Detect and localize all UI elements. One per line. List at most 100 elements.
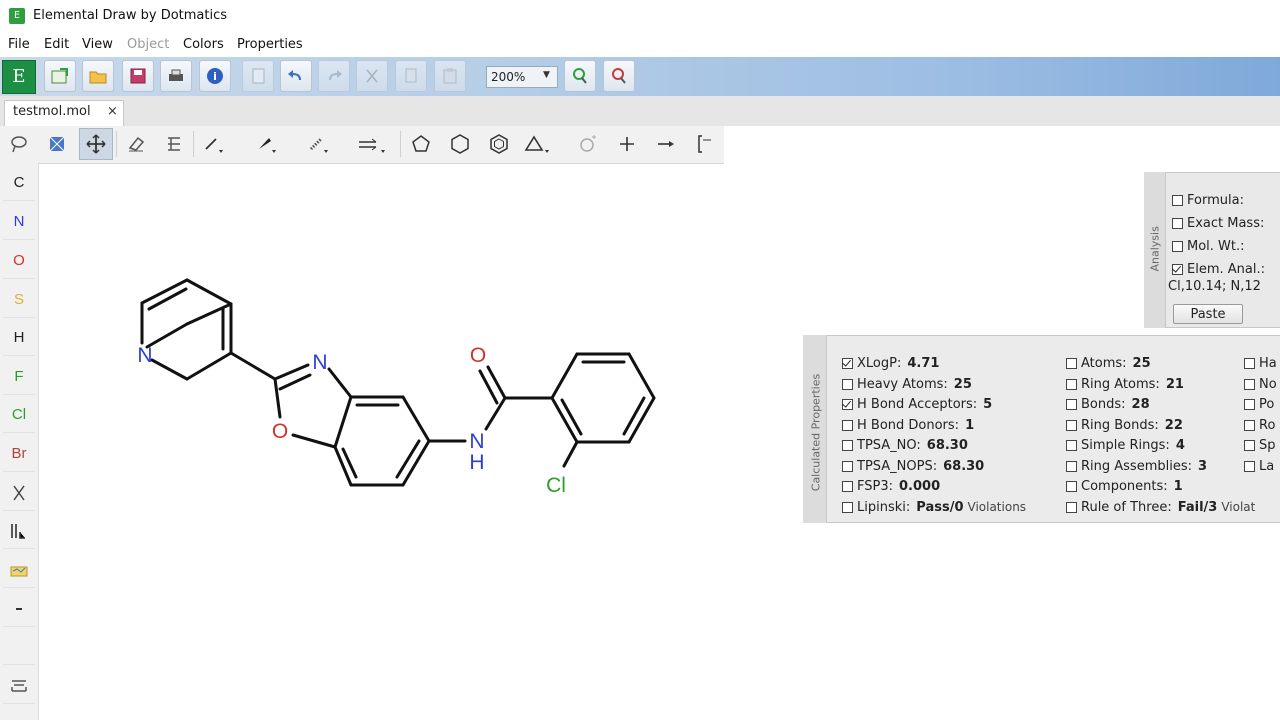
zoom-in-button[interactable] [564,60,596,92]
menu-file[interactable]: File [8,37,30,52]
new-document-button[interactable] [242,60,274,92]
checkbox[interactable] [1244,460,1255,472]
print-button[interactable] [160,60,192,92]
atom-label[interactable]: O [272,420,288,443]
checkbox[interactable] [842,501,853,513]
bond[interactable] [333,395,353,449]
atom-label[interactable]: O [470,344,486,367]
bracket-tool[interactable] [688,128,722,160]
bond[interactable] [395,439,421,479]
checkbox[interactable] [842,399,853,410]
bond[interactable] [333,445,353,487]
bond[interactable] [550,352,579,400]
checkbox[interactable] [1066,399,1077,410]
checkbox[interactable] [1244,378,1255,390]
checkbox[interactable] [842,358,853,369]
checkbox[interactable] [842,440,853,451]
property-row[interactable]: La [1244,459,1274,474]
analysis-elem-anal-row[interactable]: Elem. Anal.: [1172,262,1265,277]
arrow-tool[interactable] [356,128,390,160]
abbreviation-button[interactable] [3,514,35,549]
cut-button[interactable] [356,60,388,92]
move-tool[interactable] [79,128,113,160]
property-row[interactable]: H Bond Acceptors: 5 [842,397,992,412]
checkbox[interactable] [1066,378,1077,390]
select-tool[interactable] [40,128,74,160]
molecule-structure[interactable]: N N O O N H Cl [40,163,740,563]
save-button[interactable] [122,60,154,92]
menu-view[interactable]: View [82,37,113,52]
bond[interactable] [150,358,189,381]
bond[interactable] [622,396,646,436]
dash-button[interactable] [3,592,35,627]
checkbox[interactable] [1244,399,1255,410]
charge-tool[interactable] [571,128,605,160]
checkbox[interactable] [842,378,853,390]
element-h-button[interactable]: H [3,321,35,356]
property-row[interactable]: Ro [1244,418,1275,433]
element-c-button[interactable]: C [3,166,35,201]
element-f-button[interactable]: F [3,360,35,395]
blank-tool-button[interactable] [3,630,35,665]
checkbox[interactable] [1066,460,1077,472]
info-button[interactable]: i [199,60,231,92]
checkbox[interactable] [1066,440,1077,451]
undo-button[interactable] [280,60,312,92]
property-row[interactable]: No [1244,377,1277,392]
analysis-formula-row[interactable]: Formula: [1172,193,1244,208]
element-s-button[interactable]: S [3,283,35,318]
bond[interactable] [560,398,583,436]
checkbox[interactable] [1172,241,1183,252]
element-n-button[interactable]: N [3,205,35,240]
bond[interactable] [147,287,188,311]
periodic-table-button[interactable] [3,476,35,511]
bond[interactable] [273,377,282,419]
wedge-bond-tool[interactable] [250,128,284,160]
eraser-tool[interactable] [119,128,153,160]
single-bond-tool[interactable] [197,128,231,160]
property-row[interactable]: FSP3: 0.000 [842,479,940,494]
analysis-mol-wt-row[interactable]: Mol. Wt.: [1172,239,1245,254]
paste-button[interactable]: Paste [1173,304,1243,324]
template-button[interactable] [3,553,35,588]
bond[interactable] [278,373,312,391]
element-cl-button[interactable]: Cl [3,398,35,433]
checkbox[interactable] [842,481,853,492]
checkbox[interactable] [1172,195,1183,206]
checkbox[interactable] [842,419,853,431]
property-row[interactable]: TPSA_NO: 68.30 [842,438,968,453]
property-row[interactable]: Rule of Three: Fail/3 Violat [1066,500,1255,515]
menu-object[interactable]: Object [127,37,169,52]
menu-properties[interactable]: Properties [237,37,303,52]
copy-button[interactable] [395,60,427,92]
element-br-button[interactable]: Br [3,437,35,472]
property-row[interactable]: Bonds: 28 [1066,397,1150,412]
property-row[interactable]: Ring Assemblies: 3 [1066,459,1207,474]
checkbox[interactable] [1244,440,1255,451]
paste-toolbar-button[interactable] [434,60,466,92]
checkbox[interactable] [1172,264,1183,275]
menu-edit[interactable]: Edit [44,37,69,52]
shapes-tool[interactable] [521,128,555,160]
property-row[interactable]: Ha [1244,356,1277,371]
bond[interactable] [627,352,656,400]
bond[interactable] [401,395,431,443]
atom-label[interactable]: Cl [546,474,566,497]
checkbox[interactable] [1066,501,1077,513]
property-row[interactable]: Heavy Atoms: 25 [842,377,972,392]
property-row[interactable]: Lipinski: Pass/0 Violations [842,500,1026,515]
property-row[interactable]: Components: 1 [1066,479,1183,494]
property-row[interactable]: Ring Atoms: 21 [1066,377,1184,392]
atom-label[interactable]: N [469,430,484,453]
element-o-button[interactable]: O [3,244,35,279]
new-window-button[interactable] [44,60,76,92]
zoom-out-button[interactable] [603,60,635,92]
bottom-tool-button[interactable] [3,669,35,704]
menu-colors[interactable]: Colors [183,37,224,52]
redo-button[interactable] [318,60,350,92]
atom-label[interactable]: H [469,451,484,474]
reaction-arrow-tool[interactable] [649,128,683,160]
bond[interactable] [291,433,337,449]
open-button[interactable] [82,60,114,92]
analysis-exact-mass-row[interactable]: Exact Mass: [1172,216,1264,231]
